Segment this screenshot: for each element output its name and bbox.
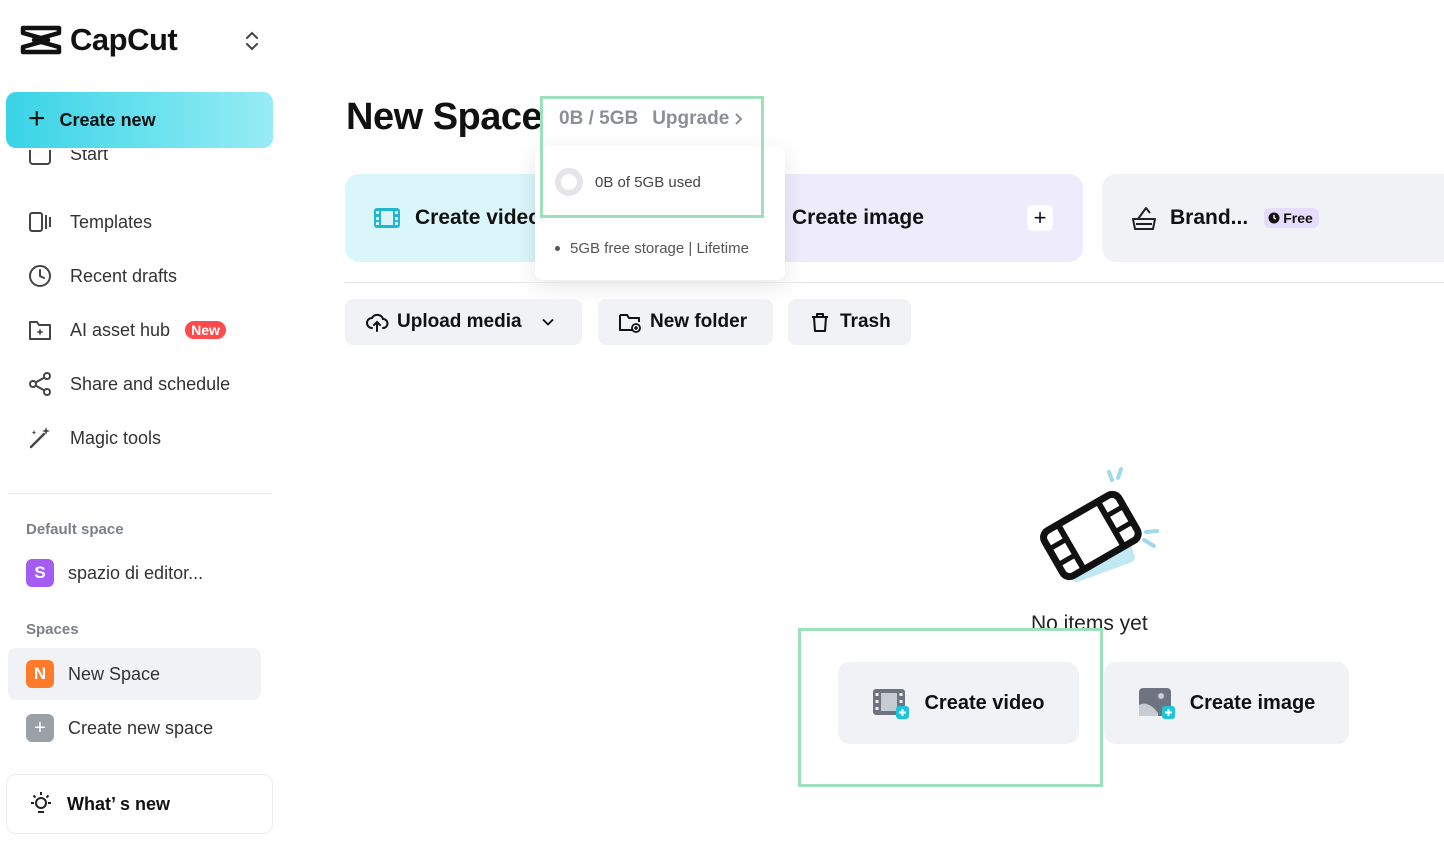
film-icon (374, 208, 400, 228)
share-icon (29, 372, 51, 396)
magic-wand-icon (29, 427, 50, 449)
highlight-frame-create-video (798, 628, 1103, 787)
sidebar-item-label: Recent drafts (70, 265, 178, 286)
brand-kit-icon (1132, 207, 1156, 230)
space-item-default[interactable]: S spazio di editor... (8, 547, 261, 599)
whats-new-label: What’ s new (67, 793, 171, 814)
trash-icon (812, 313, 828, 332)
sidebar-item-templates[interactable]: Templates (24, 202, 274, 242)
cloud-upload-icon (366, 313, 389, 332)
capcut-logo[interactable]: CapCut (20, 22, 178, 58)
lightbulb-icon (31, 792, 51, 813)
space-name: spazio di editor... (68, 562, 204, 583)
clock-icon (29, 265, 51, 287)
folder-plus-icon (619, 314, 641, 333)
trash-label: Trash (840, 311, 891, 332)
sidebar-item-share-and-schedule[interactable]: Share and schedule (24, 364, 274, 404)
space-name: New Space (68, 663, 161, 684)
create-image-label: Create image (792, 206, 924, 229)
content-divider (345, 282, 1444, 283)
storage-plan-text: 5GB free storage | Lifetime (570, 240, 749, 257)
empty-create-image-label: Create image (1189, 691, 1316, 714)
capcut-logo-icon (20, 25, 62, 55)
sidebar-item-label: Start (70, 150, 109, 164)
highlight-frame-storage (540, 96, 764, 218)
create-video-label: Create video (415, 206, 542, 229)
brand-card[interactable]: Brand... Free (1102, 174, 1444, 262)
new-folder-button[interactable]: New folder (598, 299, 773, 345)
sidebar-item-start[interactable]: Start (26, 150, 276, 180)
new-badge: New (185, 321, 226, 339)
create-new-space-button[interactable]: + Create new space (8, 702, 261, 754)
space-item-new-space[interactable]: N New Space (8, 648, 261, 700)
clock-icon (1268, 212, 1280, 224)
upload-media-button[interactable]: Upload media (345, 299, 582, 345)
sidebar-divider (8, 493, 273, 494)
new-folder-label: New folder (650, 311, 748, 332)
plus-icon[interactable]: + (1027, 205, 1053, 231)
sidebar-item-label: Magic tools (70, 427, 162, 448)
brand-label: Brand... (1170, 206, 1249, 229)
ai-asset-icon (29, 321, 51, 340)
app-name: CapCut (70, 22, 178, 57)
free-badge-label: Free (1283, 210, 1313, 226)
home-icon (29, 150, 51, 165)
default-space-heading: Default space (26, 521, 124, 538)
whats-new-button[interactable]: What’ s new (6, 774, 273, 834)
empty-film-illustration-icon (1040, 467, 1159, 583)
workspace-switch-icon[interactable] (242, 28, 262, 54)
bullet-icon (555, 246, 560, 251)
upload-media-label: Upload media (397, 311, 522, 332)
plus-icon: + (28, 101, 46, 135)
free-badge: Free (1264, 208, 1319, 228)
sidebar-item-recent-drafts[interactable]: Recent drafts (24, 256, 274, 296)
templates-icon (29, 212, 51, 232)
sidebar-item-ai-asset-hub[interactable]: AI asset hub New (24, 310, 274, 350)
space-avatar: S (26, 559, 54, 587)
create-new-space-label: Create new space (68, 717, 214, 738)
space-avatar: N (26, 660, 54, 688)
sidebar-item-magic-tools[interactable]: Magic tools (24, 418, 274, 458)
plus-icon: + (26, 714, 54, 742)
trash-button[interactable]: Trash (788, 299, 911, 345)
create-new-button[interactable]: + Create new (6, 92, 273, 148)
empty-create-image-button[interactable]: Create image (1104, 662, 1349, 744)
spaces-heading: Spaces (26, 621, 79, 638)
sidebar-item-label: AI asset hub (70, 319, 171, 340)
sidebar-item-label: Templates (70, 211, 153, 232)
create-new-label: Create new (59, 109, 156, 130)
chevron-down-icon (541, 318, 554, 326)
image-add-icon (1138, 688, 1175, 719)
sidebar-item-label: Share and schedule (70, 373, 231, 394)
create-image-card[interactable]: Create image + (770, 174, 1083, 262)
page-title: New Space (346, 96, 543, 138)
